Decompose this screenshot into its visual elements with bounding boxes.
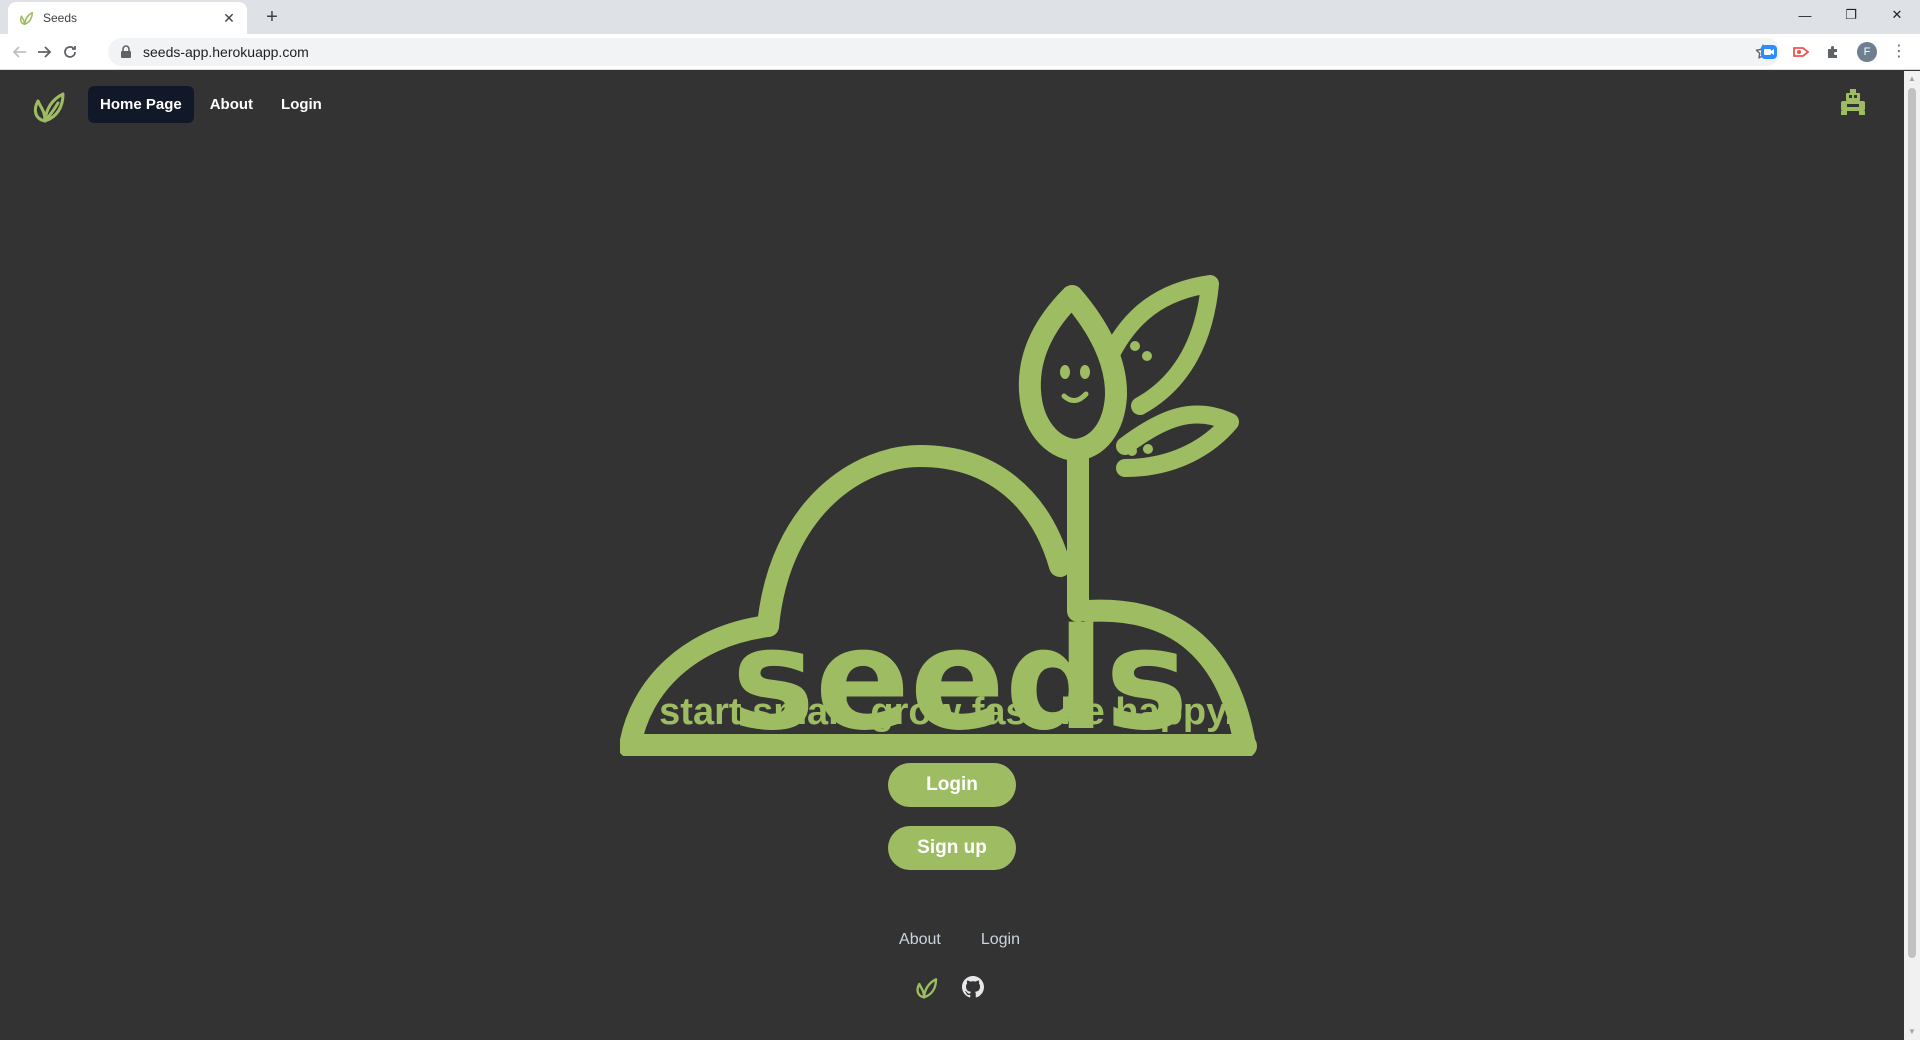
seed-head [1018, 285, 1128, 461]
restore-icon[interactable]: ❐ [1828, 0, 1874, 30]
zoom-extension-icon[interactable] [1759, 42, 1779, 62]
url-text: seeds-app.herokuapp.com [143, 44, 309, 60]
tagline-text: start small. grow fast. be happy. [659, 691, 1235, 733]
window-controls: — ❐ ✕ [1782, 0, 1920, 30]
address-bar[interactable]: seeds-app.herokuapp.com [108, 38, 1780, 66]
profile-avatar[interactable]: F [1857, 42, 1877, 62]
seeds-logo-icon[interactable] [30, 89, 66, 125]
scroll-up-icon[interactable]: ▲ [1908, 74, 1916, 84]
tab-title: Seeds [43, 11, 78, 25]
minimize-icon[interactable]: — [1782, 0, 1828, 30]
browser-tab[interactable]: Seeds ✕ [8, 2, 247, 34]
login-button[interactable]: Login [888, 763, 1016, 807]
tab-close-icon[interactable]: ✕ [221, 10, 237, 26]
seeds-favicon-icon [18, 10, 34, 26]
window-close-icon[interactable]: ✕ [1874, 0, 1920, 30]
back-arrow-icon[interactable] [8, 40, 32, 64]
new-tab-icon[interactable]: + [260, 6, 284, 30]
scroll-down-icon[interactable]: ▼ [1908, 1027, 1916, 1037]
browser-tab-strip: Seeds ✕ + — ❐ ✕ [0, 0, 1920, 34]
recorder-extension-icon[interactable] [1791, 42, 1811, 62]
footer-about-link[interactable]: About [899, 931, 941, 949]
browser-toolbar: seeds-app.herokuapp.com F ⋮ [0, 34, 1920, 70]
robot-icon[interactable] [1838, 87, 1868, 117]
footer-login-link[interactable]: Login [981, 931, 1020, 949]
nav-login[interactable]: Login [269, 86, 334, 123]
forward-arrow-icon[interactable] [32, 40, 56, 64]
hero-tagline: start small. grow fast. be happy.| [0, 691, 1904, 734]
seeds-footer-logo-icon[interactable] [914, 976, 938, 1000]
main-nav: Home Page About Login [88, 86, 334, 123]
github-icon[interactable] [962, 976, 986, 1000]
extensions-puzzle-icon[interactable] [1823, 42, 1843, 62]
footer-icons [914, 976, 986, 1000]
seeds-hero-logo: seeds [620, 275, 1257, 756]
reload-icon[interactable] [58, 40, 82, 64]
lock-icon[interactable] [120, 45, 134, 59]
scroll-thumb[interactable] [1908, 88, 1916, 958]
browser-menu-icon[interactable]: ⋮ [1889, 42, 1909, 62]
page-scrollbar[interactable]: ▲ ▼ [1904, 71, 1920, 1040]
typing-caret: | [1234, 691, 1245, 733]
seeds-page: Home Page About Login seeds start small.… [0, 71, 1904, 1040]
footer-links: About Login [0, 931, 1904, 949]
signup-button[interactable]: Sign up [888, 826, 1016, 870]
lower-leaf [1116, 405, 1239, 477]
nav-about[interactable]: About [198, 86, 265, 123]
nav-home-page[interactable]: Home Page [88, 86, 194, 123]
